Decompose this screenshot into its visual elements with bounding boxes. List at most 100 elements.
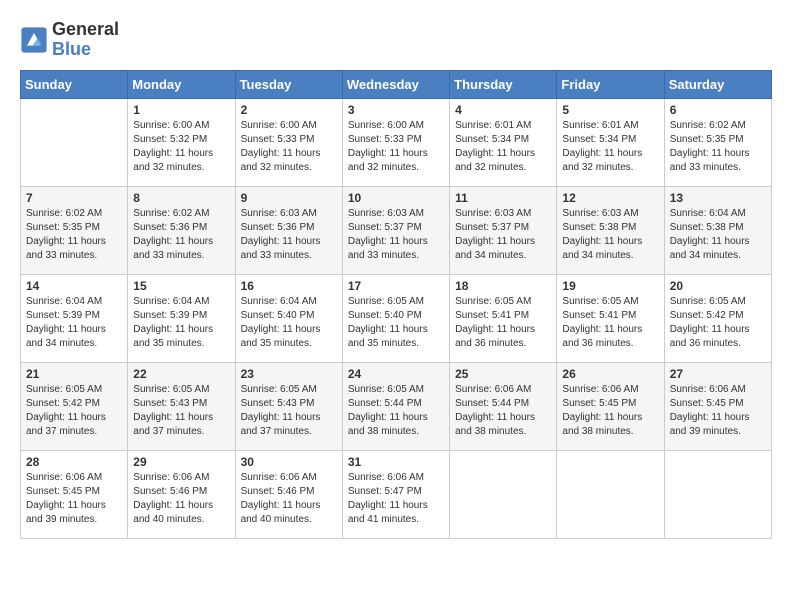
sunrise-text: Sunrise: 6:02 AM xyxy=(133,207,229,221)
calendar-cell: 22Sunrise: 6:05 AMSunset: 5:43 PMDayligh… xyxy=(128,362,235,450)
sunset-text: Sunset: 5:33 PM xyxy=(241,133,337,147)
calendar-cell xyxy=(21,98,128,186)
calendar-cell: 16Sunrise: 6:04 AMSunset: 5:40 PMDayligh… xyxy=(235,274,342,362)
day-info: Sunrise: 6:06 AMSunset: 5:46 PMDaylight:… xyxy=(133,471,229,527)
sunset-text: Sunset: 5:43 PM xyxy=(133,397,229,411)
daylight-text-cont: and 33 minutes. xyxy=(348,249,444,263)
daylight-text-cont: and 39 minutes. xyxy=(670,425,766,439)
day-number: 2 xyxy=(241,103,337,117)
daylight-text-cont: and 32 minutes. xyxy=(133,161,229,175)
day-info: Sunrise: 6:05 AMSunset: 5:41 PMDaylight:… xyxy=(455,295,551,351)
daylight-text: Daylight: 11 hours xyxy=(562,411,658,425)
day-info: Sunrise: 6:03 AMSunset: 5:37 PMDaylight:… xyxy=(455,207,551,263)
day-info: Sunrise: 6:00 AMSunset: 5:33 PMDaylight:… xyxy=(348,119,444,175)
daylight-text: Daylight: 11 hours xyxy=(670,147,766,161)
logo-icon xyxy=(20,26,48,54)
calendar-cell: 21 Sunrise: 6:05 AMSunset: 5:42 PMDayligh… xyxy=(21,362,128,450)
calendar-cell: 28Sunrise: 6:06 AMSunset: 5:45 PMDayligh… xyxy=(21,450,128,538)
sunrise-text: Sunrise: 6:04 AM xyxy=(670,207,766,221)
calendar-cell: 8Sunrise: 6:02 AMSunset: 5:36 PMDaylight… xyxy=(128,186,235,274)
day-number: 21 xyxy=(26,367,122,381)
day-number: 16 xyxy=(241,279,337,293)
daylight-text-cont: and 32 minutes. xyxy=(455,161,551,175)
daylight-text: Daylight: 11 hours xyxy=(348,147,444,161)
calendar-cell: 14Sunrise: 6:04 AMSunset: 5:39 PMDayligh… xyxy=(21,274,128,362)
daylight-text: Daylight: 11 hours xyxy=(241,499,337,513)
day-number: 5 xyxy=(562,103,658,117)
sunset-text: Sunset: 5:45 PM xyxy=(562,397,658,411)
daylight-text-cont: and 34 minutes. xyxy=(670,249,766,263)
sunrise-text: Sunrise: 6:05 AM xyxy=(348,295,444,309)
daylight-text: Daylight: 11 hours xyxy=(241,147,337,161)
day-number: 26 xyxy=(562,367,658,381)
daylight-text-cont: and 35 minutes. xyxy=(133,337,229,351)
day-info: Sunrise: 6:06 AMSunset: 5:44 PMDaylight:… xyxy=(455,383,551,439)
sunrise-text: Sunrise: 6:04 AM xyxy=(241,295,337,309)
day-number: 11 xyxy=(455,191,551,205)
daylight-text: Daylight: 11 hours xyxy=(26,499,122,513)
daylight-text-cont: and 33 minutes. xyxy=(670,161,766,175)
daylight-text: Daylight: 11 hours xyxy=(348,411,444,425)
daylight-text: Daylight: 11 hours xyxy=(455,411,551,425)
calendar-header-row: SundayMondayTuesdayWednesdayThursdayFrid… xyxy=(21,70,772,98)
day-number: 9 xyxy=(241,191,337,205)
sunrise-text: Sunrise: 6:04 AM xyxy=(133,295,229,309)
day-info: Sunrise: 6:02 AMSunset: 5:36 PMDaylight:… xyxy=(133,207,229,263)
day-info: Sunrise: 6:04 AMSunset: 5:39 PMDaylight:… xyxy=(133,295,229,351)
sunrise-text: Sunrise: 6:05 AM xyxy=(133,383,229,397)
sunrise-text: Sunrise: 6:03 AM xyxy=(455,207,551,221)
sunrise-text: Sunrise: 6:06 AM xyxy=(670,383,766,397)
sunrise-text: Sunrise: 6:05 AM xyxy=(455,295,551,309)
sunrise-text: Sunrise: 6:05 AM xyxy=(670,295,766,309)
day-number: 17 xyxy=(348,279,444,293)
sunrise-text: Sunrise: 6:06 AM xyxy=(455,383,551,397)
sunset-text: Sunset: 5:38 PM xyxy=(562,221,658,235)
daylight-text-cont: and 40 minutes. xyxy=(241,513,337,527)
week-row-1: 1Sunrise: 6:00 AMSunset: 5:32 PMDaylight… xyxy=(21,98,772,186)
daylight-text-cont: and 36 minutes. xyxy=(670,337,766,351)
day-info: Sunrise: 6:05 AMSunset: 5:43 PMDaylight:… xyxy=(241,383,337,439)
sunrise-text: Sunrise: 6:01 AM xyxy=(455,119,551,133)
day-info: Sunrise: 6:06 AMSunset: 5:45 PMDaylight:… xyxy=(670,383,766,439)
daylight-text: Daylight: 11 hours xyxy=(455,147,551,161)
daylight-text: Daylight: 11 hours xyxy=(670,411,766,425)
calendar-cell: 11 Sunrise: 6:03 AMSunset: 5:37 PMDayligh… xyxy=(450,186,557,274)
day-number: 4 xyxy=(455,103,551,117)
day-number: 30 xyxy=(241,455,337,469)
calendar-cell: 24Sunrise: 6:05 AMSunset: 5:44 PMDayligh… xyxy=(342,362,449,450)
day-number: 10 xyxy=(348,191,444,205)
daylight-text: Daylight: 11 hours xyxy=(562,235,658,249)
daylight-text: Daylight: 11 hours xyxy=(348,499,444,513)
day-number: 19 xyxy=(562,279,658,293)
calendar-cell: 4Sunrise: 6:01 AMSunset: 5:34 PMDaylight… xyxy=(450,98,557,186)
day-info: Sunrise: 6:02 AMSunset: 5:35 PMDaylight:… xyxy=(26,207,122,263)
week-row-5: 28Sunrise: 6:06 AMSunset: 5:45 PMDayligh… xyxy=(21,450,772,538)
daylight-text-cont: and 34 minutes. xyxy=(562,249,658,263)
calendar-cell xyxy=(664,450,771,538)
header-tuesday: Tuesday xyxy=(235,70,342,98)
day-number: 6 xyxy=(670,103,766,117)
calendar-cell: 13Sunrise: 6:04 AMSunset: 5:38 PMDayligh… xyxy=(664,186,771,274)
day-info: Sunrise: 6:05 AMSunset: 5:42 PMDaylight:… xyxy=(26,383,122,439)
day-info: Sunrise: 6:05 AMSunset: 5:44 PMDaylight:… xyxy=(348,383,444,439)
daylight-text-cont: and 41 minutes. xyxy=(348,513,444,527)
calendar-cell: 26 Sunrise: 6:06 AMSunset: 5:45 PMDayligh… xyxy=(557,362,664,450)
day-info: Sunrise: 6:00 AMSunset: 5:32 PMDaylight:… xyxy=(133,119,229,175)
day-info: Sunrise: 6:02 AMSunset: 5:35 PMDaylight:… xyxy=(670,119,766,175)
sunset-text: Sunset: 5:34 PM xyxy=(562,133,658,147)
sunrise-text: Sunrise: 6:06 AM xyxy=(26,471,122,485)
sunset-text: Sunset: 5:43 PM xyxy=(241,397,337,411)
sunrise-text: Sunrise: 6:06 AM xyxy=(562,383,658,397)
day-info: Sunrise: 6:01 AMSunset: 5:34 PMDaylight:… xyxy=(562,119,658,175)
sunset-text: Sunset: 5:45 PM xyxy=(26,485,122,499)
daylight-text: Daylight: 11 hours xyxy=(26,323,122,337)
day-number: 14 xyxy=(26,279,122,293)
logo-line2: Blue xyxy=(52,40,119,60)
sunset-text: Sunset: 5:41 PM xyxy=(455,309,551,323)
daylight-text: Daylight: 11 hours xyxy=(26,411,122,425)
day-info: Sunrise: 6:05 AMSunset: 5:43 PMDaylight:… xyxy=(133,383,229,439)
day-info: Sunrise: 6:05 AMSunset: 5:42 PMDaylight:… xyxy=(670,295,766,351)
daylight-text-cont: and 33 minutes. xyxy=(26,249,122,263)
day-number: 29 xyxy=(133,455,229,469)
daylight-text: Daylight: 11 hours xyxy=(455,235,551,249)
